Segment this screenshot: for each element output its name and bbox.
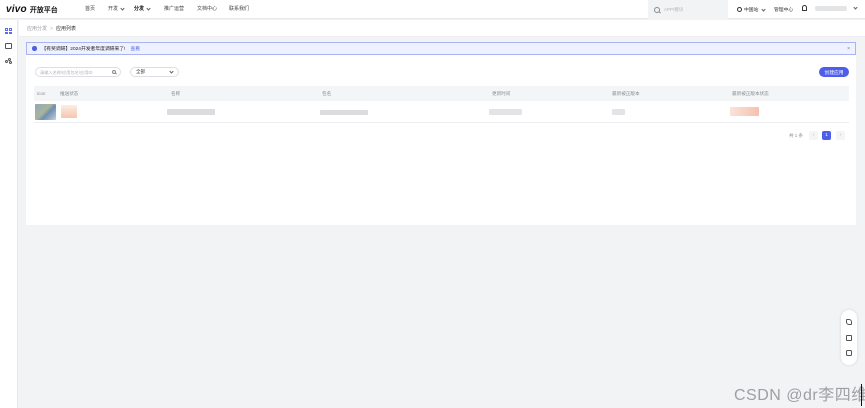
- notice-banner: 【有奖调研】2024开发者年度调研来了! 查看 ×: [26, 42, 856, 55]
- global-search-input[interactable]: [664, 7, 724, 12]
- pagination-total: 共 1 条: [789, 133, 804, 138]
- chevron-down-icon: [169, 69, 174, 74]
- search-icon: [654, 6, 660, 13]
- nav-develop[interactable]: 开发: [108, 5, 125, 12]
- side-rail: [0, 20, 18, 408]
- text-cursor: [861, 384, 862, 406]
- global-search[interactable]: [648, 0, 728, 19]
- chat-icon[interactable]: [846, 350, 852, 356]
- col-name: 名称: [171, 91, 181, 96]
- table-row[interactable]: [34, 101, 849, 123]
- app-name-blurred: [167, 109, 215, 115]
- app-search-field[interactable]: [35, 67, 121, 77]
- breadcrumb-parent[interactable]: 应用分发: [27, 25, 47, 32]
- breadcrumb: 应用分发 > 应用列表: [27, 25, 76, 33]
- col-package: 包名: [322, 91, 332, 96]
- col-updated: 更新时间: [492, 91, 511, 96]
- region-selector[interactable]: 中国站: [737, 6, 767, 13]
- nav-docs[interactable]: 文档中心: [197, 5, 217, 12]
- vivo-logo[interactable]: vivo 开放平台: [6, 4, 58, 15]
- updated-time-blurred: [489, 109, 522, 115]
- info-icon: [32, 46, 37, 51]
- chevron-down-icon: [120, 5, 125, 11]
- version-status-blurred: [730, 107, 759, 116]
- nav-promotion-label: 推广运营: [164, 6, 185, 12]
- user-account-blurred[interactable]: [815, 6, 847, 11]
- nav-distribute[interactable]: 分发: [134, 5, 151, 12]
- notice-view-link[interactable]: 查看: [130, 45, 140, 52]
- app-search-input[interactable]: [40, 69, 110, 75]
- pagination-prev[interactable]: ‹: [809, 131, 818, 140]
- nav-develop-label: 开发: [108, 6, 119, 12]
- close-icon[interactable]: ×: [847, 46, 850, 52]
- col-icon: icon: [37, 91, 46, 96]
- chevron-down-icon: [761, 6, 767, 12]
- nav-distribute-label: 分发: [134, 6, 145, 12]
- package-name-blurred: [320, 110, 368, 115]
- folder-icon[interactable]: [5, 43, 12, 49]
- pagination-page-current[interactable]: 1: [822, 131, 831, 140]
- nav-docs-label: 文档中心: [197, 6, 218, 12]
- search-icon[interactable]: [111, 69, 116, 75]
- col-latest-version-status: 最新被正版本状态: [732, 91, 769, 96]
- nav-promotion[interactable]: 推广运营: [164, 5, 184, 12]
- status-select-value: 全部: [136, 69, 145, 74]
- pagination-next[interactable]: ›: [836, 131, 845, 140]
- breadcrumb-separator: >: [50, 25, 53, 32]
- app-icon-blurred: [35, 104, 56, 120]
- app-list-card: 【有奖调研】2024开发者年度调研来了! 查看 × 全部 创建应用 icon 推…: [26, 42, 856, 225]
- table-header: icon 推送状态 名称 包名 更新时间 最新被正版本 最新被正版本状态: [34, 86, 849, 101]
- bell-icon[interactable]: [802, 5, 807, 11]
- chevron-down-icon[interactable]: [853, 5, 858, 10]
- nav-home-label: 首页: [85, 6, 96, 12]
- status-select[interactable]: 全部: [130, 67, 179, 77]
- push-status-blurred: [61, 105, 77, 118]
- management-center-link[interactable]: 管理中心: [774, 6, 793, 13]
- people-icon[interactable]: [5, 58, 13, 64]
- breadcrumb-bar: 应用分发 > 应用列表: [19, 20, 865, 37]
- nav-contact-label: 联系我们: [229, 6, 250, 12]
- nav-contact[interactable]: 联系我们: [229, 5, 249, 12]
- breadcrumb-current: 应用列表: [55, 26, 76, 32]
- latest-version-blurred: [612, 109, 625, 115]
- chevron-down-icon: [146, 5, 151, 11]
- logo-wordmark: vivo: [6, 4, 27, 15]
- globe-icon: [737, 7, 742, 12]
- phone-icon[interactable]: [846, 319, 852, 325]
- col-latest-version: 最新被正版本: [612, 91, 640, 96]
- nav-home[interactable]: 首页: [85, 5, 95, 12]
- brand-name: 开放平台: [29, 6, 58, 14]
- document-icon[interactable]: [846, 335, 852, 341]
- region-label: 中国站: [744, 8, 759, 13]
- create-app-button[interactable]: 创建应用: [819, 67, 849, 77]
- csdn-watermark: CSDN @dr李四维: [734, 387, 865, 404]
- app-grid-icon[interactable]: [5, 28, 12, 34]
- notice-text: 【有奖调研】2024开发者年度调研来了!: [41, 47, 126, 52]
- top-navigation: vivo 开放平台 首页 开发 分发 推广运营 文档中心 联系我们 中国站 管理…: [0, 0, 865, 19]
- col-push-status: 推送状态: [60, 91, 79, 96]
- floating-toolbar: [841, 310, 857, 365]
